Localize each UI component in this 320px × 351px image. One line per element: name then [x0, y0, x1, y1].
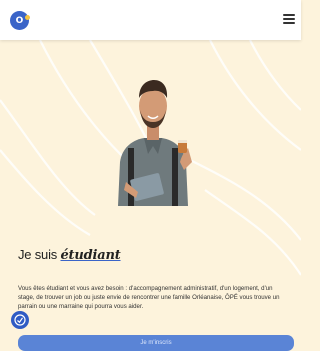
heading-prefix: Je suis [18, 247, 61, 262]
student-photo [118, 80, 192, 206]
top-navigation-bar: O [0, 0, 301, 40]
hero-description: Vous êtes étudiant et vous avez besoin :… [18, 285, 280, 311]
accessibility-glyph [14, 314, 26, 326]
hamburger-menu-icon[interactable] [283, 14, 295, 24]
logo-dot [25, 15, 30, 20]
hero-section: Je suis étudiant Vous êtes étudiant et v… [0, 40, 301, 351]
logo[interactable]: O [10, 11, 30, 30]
page-heading: Je suis étudiant [18, 247, 121, 263]
signup-button[interactable]: Je m'inscris [18, 335, 294, 351]
heading-highlight: étudiant [60, 248, 121, 263]
accessibility-icon[interactable] [11, 311, 29, 329]
logo-text: O [15, 15, 24, 26]
